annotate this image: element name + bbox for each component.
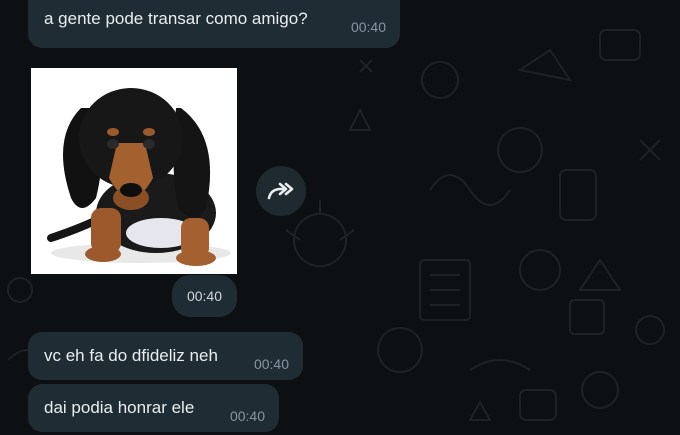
message-time: 00:40: [229, 408, 265, 424]
message-bubble[interactable]: a gente pode transar como amigo? 00:40: [28, 0, 400, 48]
message-text: a gente pode transar como amigo?: [44, 9, 308, 28]
forward-button[interactable]: [256, 166, 306, 216]
image-message[interactable]: [31, 68, 237, 274]
message-text: dai podia honrar ele: [44, 398, 195, 417]
message-text: vc eh fa do dfideliz neh: [44, 346, 218, 365]
dachshund-puppy-image: [31, 68, 237, 274]
message-bubble[interactable]: vc eh fa do dfideliz neh 00:40: [28, 332, 303, 380]
image-message-time: 00:40: [172, 275, 237, 317]
message-time: 00:40: [253, 356, 289, 372]
chat-window: a gente pode transar como amigo? 00:40 0: [0, 0, 680, 435]
message-bubble[interactable]: dai podia honrar ele 00:40: [28, 384, 279, 432]
message-time: 00:40: [350, 19, 386, 35]
forward-icon: [267, 182, 294, 200]
